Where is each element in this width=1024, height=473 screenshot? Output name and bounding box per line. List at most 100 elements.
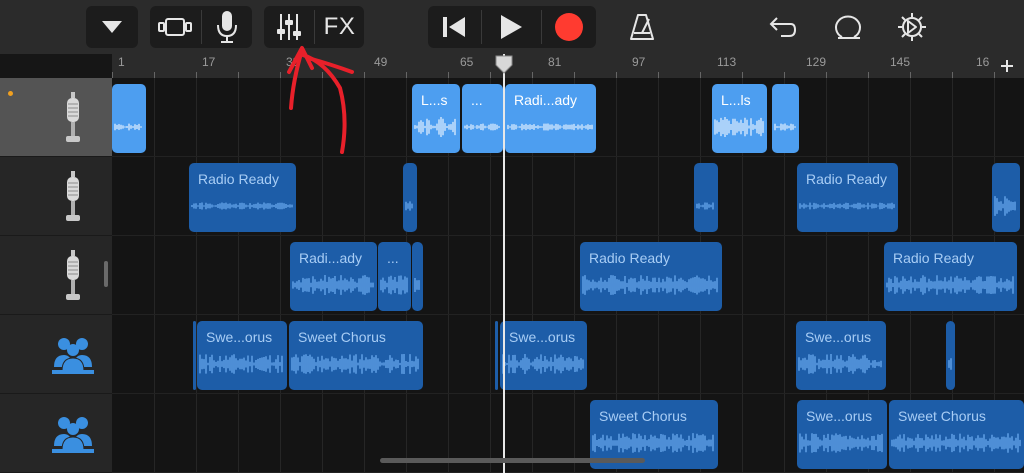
audio-region[interactable]: Radio Ready xyxy=(797,163,898,232)
waveform xyxy=(994,196,1016,216)
metronome-button[interactable] xyxy=(620,6,664,48)
region-label: Radio Ready xyxy=(198,171,279,187)
bar-number: 129 xyxy=(806,55,827,69)
bar-number: 65 xyxy=(460,55,474,69)
microphone-icon xyxy=(217,11,237,43)
horizontal-scroll-indicator[interactable] xyxy=(380,458,645,463)
audio-region[interactable]: Radio Ready xyxy=(580,242,722,311)
bar-number: 17 xyxy=(202,55,216,69)
waveform xyxy=(291,354,419,374)
audio-region[interactable]: ... xyxy=(378,242,411,311)
region-label: L...s xyxy=(421,92,448,108)
audio-region[interactable]: L...s xyxy=(412,84,460,153)
playhead-line xyxy=(503,54,505,473)
audio-region[interactable]: L...ls xyxy=(712,84,767,153)
waveform xyxy=(191,202,293,210)
audio-region[interactable]: Swe...orus xyxy=(197,321,287,390)
record-icon xyxy=(555,13,583,41)
bar-number: 81 xyxy=(548,55,562,69)
region-label: Radi...ady xyxy=(514,92,578,108)
audio-region[interactable]: Swe...orus xyxy=(500,321,587,390)
microphone-icon xyxy=(63,250,83,307)
mixer-button[interactable] xyxy=(264,6,314,48)
audio-region[interactable] xyxy=(412,242,423,311)
record-button[interactable] xyxy=(542,6,596,48)
waveform xyxy=(799,433,883,453)
tracks-menu-button[interactable] xyxy=(86,6,138,48)
waveform xyxy=(592,433,714,453)
track-header[interactable] xyxy=(0,394,112,473)
arrangement-area[interactable]: L...s... Radi...ady L...ls Radio Ready Radio… xyxy=(112,78,1024,473)
audio-region[interactable]: Swe...orus xyxy=(796,321,886,390)
waveform xyxy=(886,275,1014,295)
audio-region[interactable]: Sweet Chorus xyxy=(289,321,423,390)
audio-region[interactable] xyxy=(112,84,146,153)
audio-region[interactable]: Sweet Chorus xyxy=(889,400,1024,469)
waveform xyxy=(502,354,584,374)
bar-number: 113 xyxy=(717,55,737,69)
playhead-handle[interactable] xyxy=(494,55,514,75)
audio-region[interactable] xyxy=(403,163,417,232)
region-label: Radi...ady xyxy=(299,250,363,266)
audio-region[interactable] xyxy=(193,321,196,390)
microphone-icon xyxy=(63,92,83,149)
bar-number: 1 xyxy=(118,55,125,69)
track-header[interactable] xyxy=(0,315,112,394)
add-track-button[interactable] xyxy=(990,54,1024,78)
track-headers xyxy=(0,78,112,473)
waveform xyxy=(414,278,420,292)
activity-indicator xyxy=(8,91,13,96)
region-label: Swe...orus xyxy=(805,329,872,345)
sliders-icon xyxy=(277,14,301,40)
audio-region[interactable] xyxy=(694,163,718,232)
region-label: Swe...orus xyxy=(806,408,873,424)
control-bar: FX xyxy=(0,0,1024,54)
audio-region[interactable] xyxy=(495,321,498,390)
region-label: Swe...orus xyxy=(509,329,576,345)
microphone-icon xyxy=(63,171,83,228)
audio-region[interactable] xyxy=(772,84,799,153)
waveform xyxy=(891,433,1021,453)
loop-browser-button[interactable] xyxy=(826,6,870,48)
loop-icon xyxy=(835,15,861,39)
audio-region[interactable]: Radio Ready xyxy=(884,242,1017,311)
audio-region[interactable]: Radio Ready xyxy=(189,163,296,232)
play-button[interactable] xyxy=(482,6,540,48)
track-header[interactable] xyxy=(0,236,112,315)
settings-button[interactable] xyxy=(890,6,934,48)
fx-button[interactable]: FX xyxy=(315,6,364,48)
timeline-ruler[interactable]: 1 17 33 49 65 81 97 113 129 145 16 xyxy=(112,54,1024,79)
region-label: Sweet Chorus xyxy=(298,329,386,345)
audio-region[interactable]: ... xyxy=(462,84,503,153)
track-header[interactable] xyxy=(0,157,112,236)
waveform xyxy=(495,344,498,384)
plus-icon xyxy=(1001,60,1013,72)
region-label: Radio Ready xyxy=(893,250,974,266)
bar-number: 33 xyxy=(286,55,300,69)
region-label: ... xyxy=(387,250,399,266)
audio-region[interactable] xyxy=(946,321,955,390)
go-to-start-button[interactable] xyxy=(428,6,480,48)
vertical-scroll-indicator[interactable] xyxy=(104,261,108,287)
audio-region[interactable]: Radi...ady xyxy=(290,242,377,311)
waveform xyxy=(292,275,374,295)
tracks-view-button[interactable] xyxy=(150,6,200,48)
waveform xyxy=(464,123,500,131)
region-label: Radio Ready xyxy=(806,171,887,187)
waveform xyxy=(405,201,413,211)
undo-button[interactable] xyxy=(760,6,804,48)
bar-number: 16 xyxy=(976,55,990,69)
waveform xyxy=(507,123,593,131)
fx-label: FX xyxy=(323,13,356,40)
audio-region[interactable]: Swe...orus xyxy=(797,400,887,469)
waveform xyxy=(696,202,714,210)
waveform xyxy=(774,123,796,131)
drummer-icon xyxy=(50,335,96,380)
audio-region[interactable] xyxy=(992,163,1020,232)
region-label: Sweet Chorus xyxy=(898,408,986,424)
instrument-button[interactable] xyxy=(202,6,252,48)
audio-region[interactable]: Radi...ady xyxy=(505,84,596,153)
bar-number: 97 xyxy=(632,55,646,69)
track-header[interactable] xyxy=(0,78,112,157)
drummer-icon xyxy=(50,414,96,459)
